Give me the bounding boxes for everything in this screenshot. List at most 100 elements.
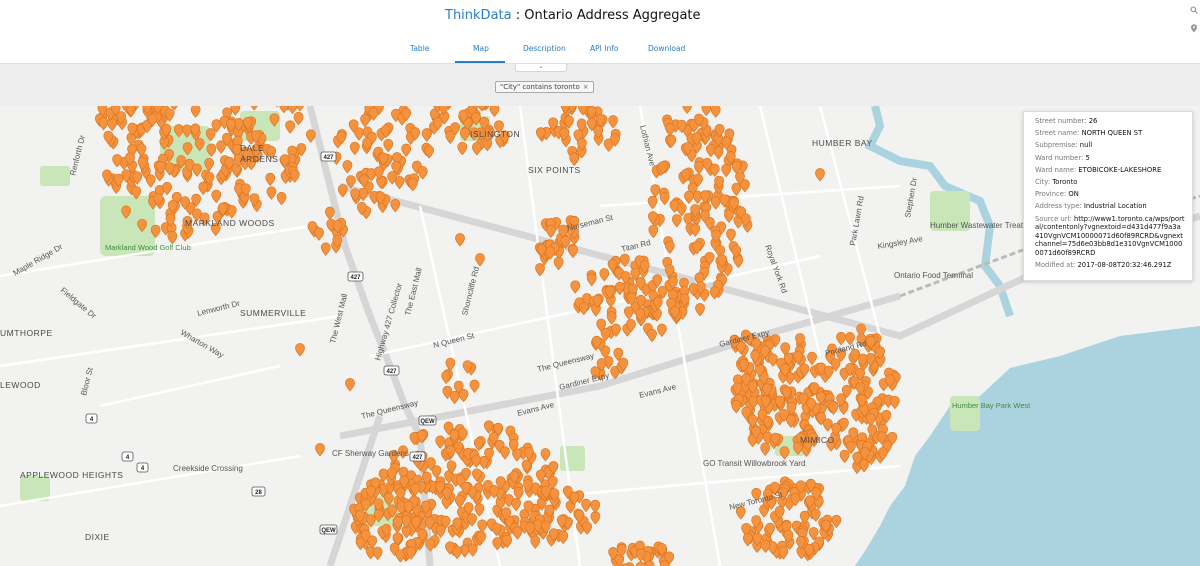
address-marker[interactable] <box>608 115 618 129</box>
location-pin-icon[interactable] <box>1190 24 1198 33</box>
address-marker[interactable] <box>435 435 446 449</box>
address-marker[interactable] <box>511 498 522 512</box>
map-view[interactable]: 427 427 427 427 QEW QEW 4 4 4 28 HUMBER … <box>0 106 1200 566</box>
address-marker[interactable] <box>320 242 331 256</box>
address-marker[interactable] <box>457 141 468 156</box>
address-marker[interactable] <box>558 530 569 545</box>
address-marker[interactable] <box>474 503 485 517</box>
address-marker[interactable] <box>349 141 360 156</box>
address-marker[interactable] <box>590 511 601 525</box>
address-marker[interactable] <box>372 546 383 561</box>
address-marker[interactable] <box>760 442 771 456</box>
address-marker[interactable] <box>807 351 817 366</box>
address-marker[interactable] <box>721 163 732 178</box>
address-marker[interactable] <box>810 508 821 522</box>
address-marker[interactable] <box>293 111 304 126</box>
address-marker[interactable] <box>421 128 432 142</box>
address-marker[interactable] <box>684 190 694 205</box>
address-marker[interactable] <box>647 328 657 343</box>
address-marker[interactable] <box>828 401 839 415</box>
address-marker[interactable] <box>383 138 394 153</box>
address-marker[interactable] <box>578 301 589 316</box>
address-marker[interactable] <box>483 420 494 434</box>
address-marker[interactable] <box>467 543 478 557</box>
address-marker[interactable] <box>635 561 646 566</box>
address-marker[interactable] <box>489 106 500 118</box>
collapse-filters-button[interactable]: ⌄ <box>515 64 567 72</box>
address-marker[interactable] <box>650 184 661 198</box>
address-marker[interactable] <box>822 418 833 432</box>
address-marker[interactable] <box>305 129 316 143</box>
address-marker[interactable] <box>211 189 222 204</box>
address-marker[interactable] <box>553 256 564 271</box>
address-marker[interactable] <box>198 181 209 196</box>
address-marker[interactable] <box>190 106 201 118</box>
address-marker[interactable] <box>664 240 675 255</box>
address-marker[interactable] <box>407 178 418 192</box>
address-marker[interactable] <box>590 499 601 514</box>
address-marker[interactable] <box>701 106 712 117</box>
address-marker[interactable] <box>760 539 771 554</box>
address-marker[interactable] <box>276 192 287 206</box>
address-marker[interactable] <box>469 379 480 393</box>
address-marker[interactable] <box>449 390 460 405</box>
address-marker[interactable] <box>477 519 488 533</box>
address-marker[interactable] <box>676 203 687 217</box>
address-marker[interactable] <box>435 524 446 539</box>
address-marker[interactable] <box>694 161 704 175</box>
address-marker[interactable] <box>192 163 202 177</box>
address-marker[interactable] <box>665 123 675 137</box>
address-marker[interactable] <box>471 142 482 156</box>
address-marker[interactable] <box>839 449 850 464</box>
address-marker[interactable] <box>582 521 593 535</box>
address-marker[interactable] <box>570 280 581 294</box>
address-marker[interactable] <box>768 353 778 367</box>
address-marker[interactable] <box>455 233 465 247</box>
tab-download[interactable]: Download <box>648 44 685 53</box>
address-marker[interactable] <box>731 182 742 197</box>
address-marker[interactable] <box>107 118 118 132</box>
address-marker[interactable] <box>569 152 580 166</box>
address-marker[interactable] <box>695 303 705 317</box>
address-marker[interactable] <box>568 244 579 259</box>
address-marker[interactable] <box>535 263 545 277</box>
search-icon[interactable] <box>1190 6 1198 14</box>
address-marker[interactable] <box>473 437 484 452</box>
address-marker[interactable] <box>710 106 721 118</box>
address-marker[interactable] <box>230 106 241 116</box>
address-marker[interactable] <box>865 413 876 427</box>
address-marker[interactable] <box>445 357 456 372</box>
address-marker[interactable] <box>266 186 277 200</box>
address-marker[interactable] <box>424 145 434 159</box>
address-marker[interactable] <box>731 400 742 414</box>
address-marker[interactable] <box>710 196 721 210</box>
address-marker[interactable] <box>690 223 701 237</box>
address-marker[interactable] <box>623 306 634 320</box>
address-marker[interactable] <box>126 106 137 118</box>
address-marker[interactable] <box>724 209 734 223</box>
map-canvas[interactable]: 427 427 427 427 QEW QEW 4 4 4 28 HUMBER … <box>0 106 1200 566</box>
address-marker[interactable] <box>345 378 355 392</box>
address-marker[interactable] <box>360 114 370 128</box>
address-marker[interactable] <box>889 395 900 410</box>
address-marker[interactable] <box>713 146 724 160</box>
address-marker[interactable] <box>726 228 736 242</box>
address-marker[interactable] <box>530 535 541 549</box>
address-marker[interactable] <box>500 446 510 460</box>
address-marker[interactable] <box>162 181 172 196</box>
address-marker[interactable] <box>779 446 790 460</box>
address-marker[interactable] <box>657 323 667 338</box>
address-marker[interactable] <box>287 106 298 115</box>
filter-chip[interactable]: "City" contains toronto × <box>495 81 594 93</box>
brand-name[interactable]: ThinkData <box>445 8 512 23</box>
address-marker[interactable] <box>295 343 305 357</box>
address-marker[interactable] <box>599 268 610 282</box>
address-marker[interactable] <box>454 495 465 509</box>
address-marker[interactable] <box>441 370 452 385</box>
address-marker[interactable] <box>836 331 846 346</box>
address-marker[interactable] <box>581 498 591 513</box>
address-marker[interactable] <box>342 160 353 174</box>
tab-map[interactable]: Map <box>473 44 489 53</box>
address-marker[interactable] <box>167 230 178 245</box>
tab-description[interactable]: Description <box>523 44 566 53</box>
